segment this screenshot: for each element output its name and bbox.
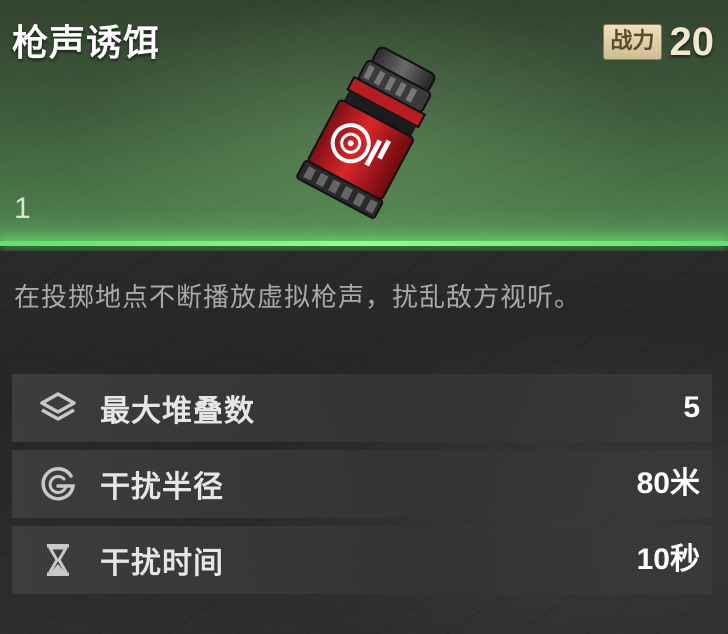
item-count: 1 xyxy=(14,192,31,225)
stat-row-radius: 干扰半径 80米 xyxy=(12,450,712,518)
item-detail-card: 枪声诱饵 战力 20 1 在投掷地点不断播放虚拟枪声，扰乱敌方视听。 最大堆叠数… xyxy=(0,0,728,634)
stat-value: 5 xyxy=(683,391,700,424)
item-title: 枪声诱饵 xyxy=(12,23,161,64)
stat-row-duration: 干扰时间 10秒 xyxy=(12,526,712,594)
item-body: 在投掷地点不断播放虚拟枪声，扰乱敌方视听。 最大堆叠数 5 干扰半径 80米 干… xyxy=(0,251,728,634)
combat-power: 战力 20 xyxy=(603,22,714,62)
power-badge: 战力 xyxy=(603,24,662,60)
stat-label: 最大堆叠数 xyxy=(100,394,255,429)
gunshot-decoy-icon xyxy=(268,42,468,222)
stats-list: 最大堆叠数 5 干扰半径 80米 干扰时间 10秒 xyxy=(12,374,712,602)
hourglass-icon xyxy=(38,540,78,580)
item-description: 在投掷地点不断播放虚拟枪声，扰乱敌方视听。 xyxy=(14,283,582,313)
stat-label: 干扰时间 xyxy=(100,546,224,581)
layers-icon xyxy=(38,388,78,428)
stat-value: 80米 xyxy=(636,467,700,500)
stat-value: 10秒 xyxy=(636,543,700,576)
stat-row-max-stack: 最大堆叠数 5 xyxy=(12,374,712,442)
stat-label: 干扰半径 xyxy=(100,470,224,505)
power-value: 20 xyxy=(669,20,715,64)
item-header: 枪声诱饵 战力 20 1 xyxy=(0,0,728,246)
radius-icon xyxy=(38,464,78,504)
